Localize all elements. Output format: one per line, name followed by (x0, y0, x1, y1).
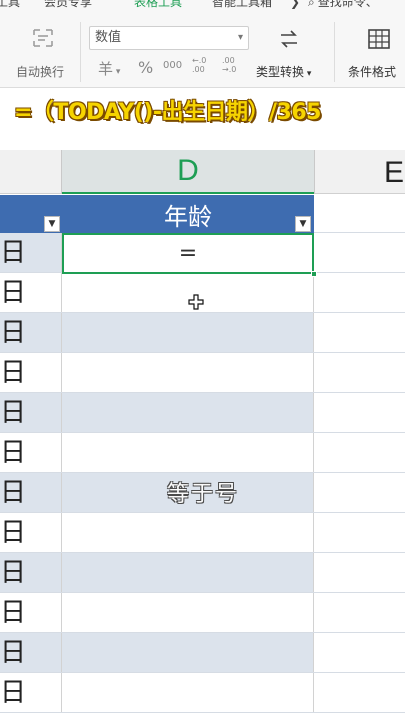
currency-format-button[interactable]: 羊 ▾ (98, 58, 120, 79)
active-cell[interactable]: = (62, 233, 314, 274)
row-cell-date[interactable]: 日 (0, 313, 62, 352)
table-row: 日 (0, 513, 405, 553)
row-cell-e[interactable] (314, 553, 405, 592)
row-cell-date[interactable]: 日 (0, 433, 62, 472)
chevron-down-icon: ▾ (304, 69, 312, 79)
decrease-decimal-button[interactable]: .00 →.0 (222, 56, 248, 74)
conditional-format-button[interactable]: 条件格式 (348, 63, 396, 80)
row-cell-age[interactable] (62, 553, 314, 592)
table-row: 日 (0, 593, 405, 633)
ribbon-separator (80, 22, 81, 82)
chevron-down-icon: ▼ (48, 219, 56, 229)
filter-dropdown-left[interactable]: ▼ (44, 216, 60, 232)
row-cell-age[interactable] (62, 633, 314, 672)
table-row: 日 (0, 313, 405, 353)
command-search-label: 查找命令、 (317, 0, 378, 9)
menu-bar: 工具 会员专享 表格工具 智能工具箱 ❯ ⌕ 查找命令、 (0, 0, 405, 12)
row-cell-e[interactable] (314, 433, 405, 472)
row-cell-date[interactable]: 日 (0, 473, 62, 512)
wrap-text-icon[interactable] (30, 26, 56, 50)
row-cell-age[interactable] (62, 593, 314, 632)
command-search[interactable]: ⌕ 查找命令、 (308, 0, 378, 8)
menu-item-smart-toolbox[interactable]: 智能工具箱 (212, 0, 272, 8)
column-header-d[interactable]: D (62, 150, 314, 194)
row-cell-e[interactable] (314, 633, 405, 672)
increase-decimal-button[interactable]: ←.0 .00 (192, 56, 218, 74)
row-cell-date[interactable]: 日 (0, 673, 62, 712)
row-cell-age[interactable] (62, 433, 314, 472)
chevron-down-icon: ▾ (237, 32, 243, 43)
percent-format-button[interactable]: % (138, 58, 153, 77)
menu-scroll-arrow[interactable]: ❯ (290, 0, 300, 8)
row-cell-e[interactable] (314, 273, 405, 312)
filter-dropdown-age[interactable]: ▼ (295, 216, 311, 232)
row-cell-age[interactable] (62, 353, 314, 392)
table-row: 日 (0, 393, 405, 433)
row-cell-e[interactable] (314, 353, 405, 392)
table-row: 日 (0, 633, 405, 673)
row-cell-date[interactable]: 日 (0, 593, 62, 632)
chevron-down-icon: ▼ (299, 219, 307, 229)
thousands-separator-button[interactable]: 000 (163, 60, 182, 71)
row-cell-age[interactable] (62, 313, 314, 352)
column-header-e[interactable]: E (384, 156, 404, 190)
row-cell-e[interactable] (314, 513, 405, 552)
type-convert-label: 类型转换 (256, 65, 305, 79)
table-row: 日 (0, 673, 405, 713)
number-format-select[interactable]: 数值 ▾ (89, 26, 249, 50)
ribbon-separator (334, 22, 335, 82)
table-row: 日 (0, 353, 405, 393)
currency-icon: 羊 (98, 60, 114, 78)
table-header-empty (314, 195, 405, 233)
search-icon: ⌕ (308, 0, 315, 9)
row-cell-date[interactable]: 日 (0, 233, 62, 272)
table-row: 日 (0, 433, 405, 473)
row-cell-date[interactable]: 日 (0, 393, 62, 432)
row-cell-age[interactable] (62, 673, 314, 712)
row-cell-e[interactable] (314, 393, 405, 432)
menu-item-member[interactable]: 会员专享 (44, 0, 92, 8)
ribbon-toolbar: 自动换行 数值 ▾ 羊 ▾ % 000 ←.0 .00 .00 →.0 类型转换… (0, 12, 405, 88)
row-cell-date[interactable]: 日 (0, 553, 62, 592)
column-divider (314, 150, 315, 194)
cursor-cross-icon (188, 294, 204, 314)
number-format-value: 数值 (95, 30, 122, 45)
chevron-down-icon: ▾ (113, 67, 121, 77)
row-cell-date[interactable]: 日 (0, 273, 62, 312)
row-cell-e[interactable] (314, 673, 405, 712)
row-cell-e[interactable] (314, 313, 405, 352)
row-cell-age[interactable] (62, 393, 314, 432)
fill-handle[interactable] (311, 271, 317, 277)
menu-item-tools[interactable]: 工具 (0, 0, 20, 8)
convert-icon[interactable] (276, 26, 302, 52)
row-cell-e[interactable] (314, 593, 405, 632)
row-cell-date[interactable]: 日 (0, 633, 62, 672)
menu-item-table-tools[interactable]: 表格工具 (134, 0, 182, 8)
type-convert-button[interactable]: 类型转换 ▾ (256, 63, 311, 80)
row-cell-e[interactable] (314, 233, 405, 272)
row-cell-date[interactable]: 日 (0, 353, 62, 392)
table-header-title: 年龄 (164, 202, 212, 231)
video-subtitle: 等于号 (166, 482, 239, 507)
wrap-text-button[interactable]: 自动换行 (16, 63, 64, 80)
sheet-top-gap (0, 138, 405, 150)
conditional-format-icon[interactable] (366, 26, 392, 52)
row-cell-date[interactable]: 日 (0, 513, 62, 552)
formula-caption: =（TODAY()-出生日期）/365 (14, 100, 321, 125)
table-row: 日 (0, 553, 405, 593)
row-cell-age[interactable] (62, 513, 314, 552)
